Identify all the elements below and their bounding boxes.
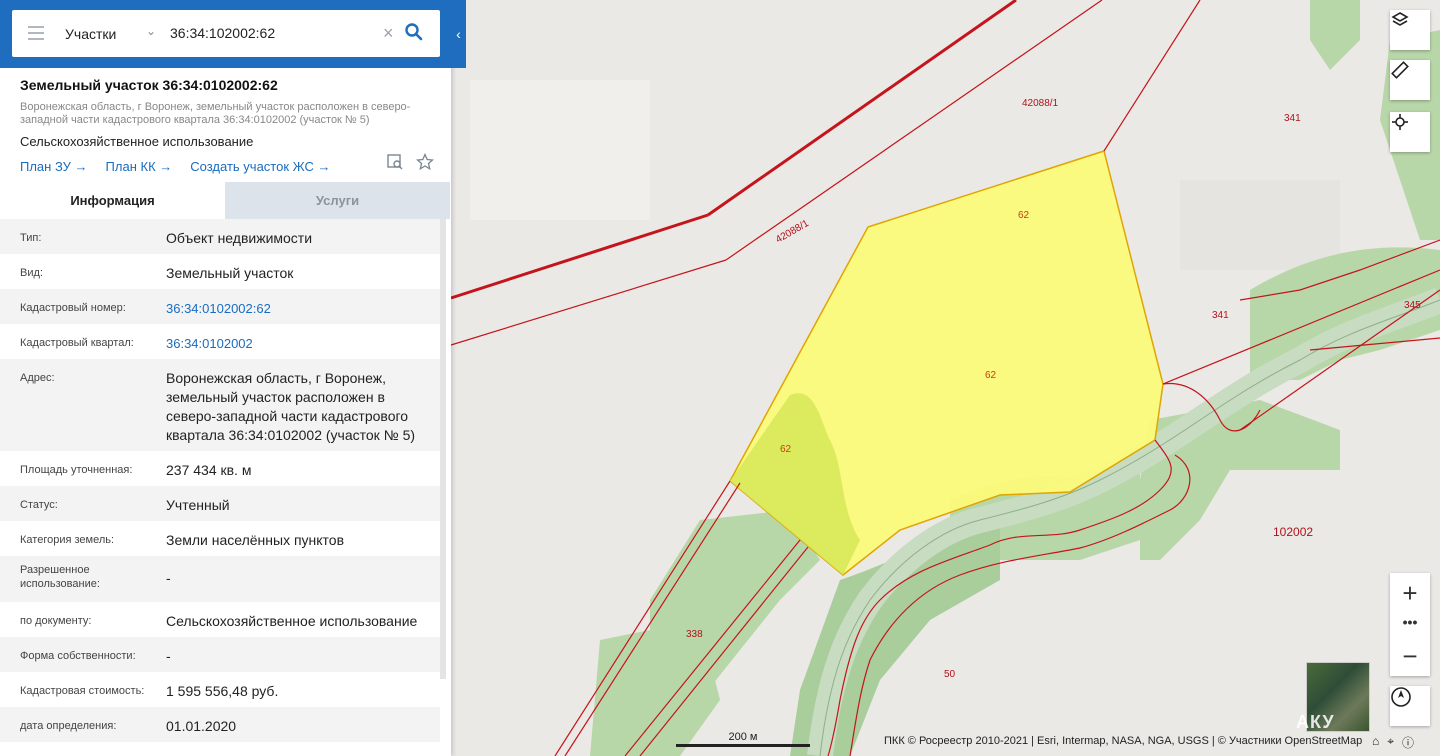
- tab-services[interactable]: Услуги: [225, 182, 450, 219]
- scale-label: 200 м: [728, 731, 758, 743]
- search-bar: Участки ⌄ ×: [0, 0, 466, 68]
- map-attribution: ПКК © Росреестр 2010-2021 | Esri, Interm…: [884, 735, 1363, 747]
- map-label-50: 50: [944, 669, 956, 680]
- search-box: Участки ⌄ ×: [12, 10, 440, 57]
- info-row-land-category: Категория земель: Земли населённых пункт…: [0, 521, 440, 556]
- close-icon[interactable]: ×: [383, 23, 394, 44]
- compass-icon: [1391, 687, 1411, 707]
- info-row-by-document: по документу: Сельскохозяйственное испол…: [0, 602, 440, 637]
- zoom-more-icon[interactable]: •••: [1390, 613, 1430, 636]
- find-on-map-icon[interactable]: [386, 153, 404, 171]
- panel-tabs: Информация Услуги: [0, 182, 450, 219]
- locate-button[interactable]: [1390, 112, 1430, 152]
- parcel-address: Воронежская область, г Воронеж, земельны…: [20, 101, 411, 126]
- north-arrow-button[interactable]: [1390, 686, 1430, 726]
- info-icon[interactable]: ⓘ: [1402, 734, 1414, 751]
- parcel-links: План ЗУ → План КК → Создать участок ЖС →: [20, 159, 440, 174]
- info-row-cadastral-quarter: Кадастровый квартал: 36:34:0102002: [0, 324, 440, 359]
- ruler-button[interactable]: [1390, 60, 1430, 100]
- map-label-62-top: 62: [1018, 210, 1030, 221]
- info-row-type: Тип: Объект недвижимости: [0, 219, 440, 254]
- menu-icon[interactable]: [28, 26, 44, 40]
- info-table: Тип: Объект недвижимости Вид: Земельный …: [0, 219, 440, 742]
- map-label-341-top: 341: [1284, 113, 1301, 124]
- tab-information[interactable]: Информация: [0, 182, 225, 219]
- link-create-parcel[interactable]: Создать участок ЖС →: [190, 159, 330, 174]
- watermark: АКУ: [1296, 712, 1335, 732]
- link-plan-kk[interactable]: План КК →: [106, 159, 173, 174]
- layers-icon: [1391, 12, 1409, 26]
- map-label-341: 341: [1212, 310, 1229, 321]
- parcel-header: Земельный участок 36:34:0102002:62 Ворон…: [20, 77, 440, 174]
- info-row-valuation-date: дата определения: 01.01.2020: [0, 707, 440, 742]
- chevron-down-icon[interactable]: ⌄: [146, 24, 156, 38]
- parcel-title: Земельный участок 36:34:0102002:62: [20, 77, 278, 93]
- info-row-ownership: Форма собственности: -: [0, 637, 440, 672]
- home-icon[interactable]: ⌂: [1372, 734, 1379, 751]
- search-input[interactable]: [170, 25, 370, 41]
- map-label-338: 338: [686, 629, 703, 640]
- map-label-62-center: 62: [985, 370, 997, 381]
- cadastral-number-link[interactable]: 36:34:0102002:62: [166, 289, 440, 324]
- parcel-use: Сельскохозяйственное использование: [20, 134, 254, 149]
- cadastral-quarter-link[interactable]: 36:34:0102002: [166, 324, 440, 359]
- target-icon[interactable]: ⌖: [1387, 734, 1394, 751]
- info-row-permitted-use: Разрешенное использование: -: [0, 556, 440, 602]
- info-row-address: Адрес: Воронежская область, г Воронеж, з…: [0, 359, 440, 451]
- star-icon[interactable]: [416, 153, 434, 171]
- search-icon[interactable]: [404, 22, 424, 42]
- info-row-kind: Вид: Земельный участок: [0, 254, 440, 289]
- info-panel: Земельный участок 36:34:0102002:62 Ворон…: [0, 0, 451, 756]
- map-label-62-left: 62: [780, 444, 792, 455]
- zoom-control: + ••• −: [1390, 573, 1430, 676]
- parcel-actions: [386, 153, 434, 171]
- map-label-102002: 102002: [1273, 525, 1313, 539]
- layers-button[interactable]: [1390, 10, 1430, 50]
- search-type-select[interactable]: Участки: [65, 26, 116, 42]
- info-row-cadastral-number: Кадастровый номер: 36:34:0102002:62: [0, 289, 440, 324]
- map-label-345: 345: [1404, 300, 1421, 311]
- bottom-icons: ⌂ ⌖ ⓘ: [1372, 734, 1414, 751]
- link-plan-zu[interactable]: План ЗУ →: [20, 159, 88, 174]
- collapse-panel-button[interactable]: ‹: [451, 0, 466, 68]
- scale-line: [676, 744, 810, 747]
- zoom-out-button[interactable]: −: [1390, 636, 1430, 676]
- map-label-42088-top: 42088/1: [1022, 98, 1059, 109]
- crosshair-icon: [1392, 114, 1408, 130]
- info-row-cadastral-value: Кадастровая стоимость: 1 595 556,48 руб.: [0, 672, 440, 707]
- info-row-status: Статус: Учтенный: [0, 486, 440, 521]
- ruler-icon: [1391, 61, 1409, 79]
- panel-scrollbar[interactable]: [440, 219, 446, 679]
- info-row-area: Площадь уточненная: 237 434 кв. м: [0, 451, 440, 486]
- scale-bar: 200 м: [676, 731, 810, 747]
- zoom-in-button[interactable]: +: [1390, 573, 1430, 613]
